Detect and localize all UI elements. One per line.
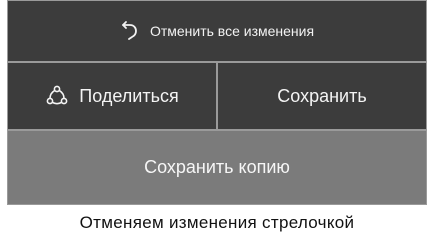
- share-save-row: Поделиться Сохранить: [8, 63, 426, 131]
- share-label: Поделиться: [79, 85, 179, 106]
- share-icon: [45, 84, 69, 108]
- undo-all-changes-button[interactable]: Отменить все изменения: [8, 1, 426, 63]
- undo-all-changes-label: Отменить все изменения: [149, 23, 315, 39]
- save-button[interactable]: Сохранить: [218, 63, 426, 129]
- save-label: Сохранить: [277, 85, 367, 106]
- save-copy-label: Сохранить копию: [144, 157, 290, 177]
- save-copy-button[interactable]: Сохранить копию: [8, 131, 426, 204]
- figure-caption: Отменяем изменения стрелочкой: [79, 213, 355, 232]
- save-menu-panel: Отменить все изменения Поделиться Сохран…: [7, 0, 427, 205]
- share-button[interactable]: Поделиться: [8, 63, 218, 129]
- undo-arrow-icon: [120, 19, 140, 41]
